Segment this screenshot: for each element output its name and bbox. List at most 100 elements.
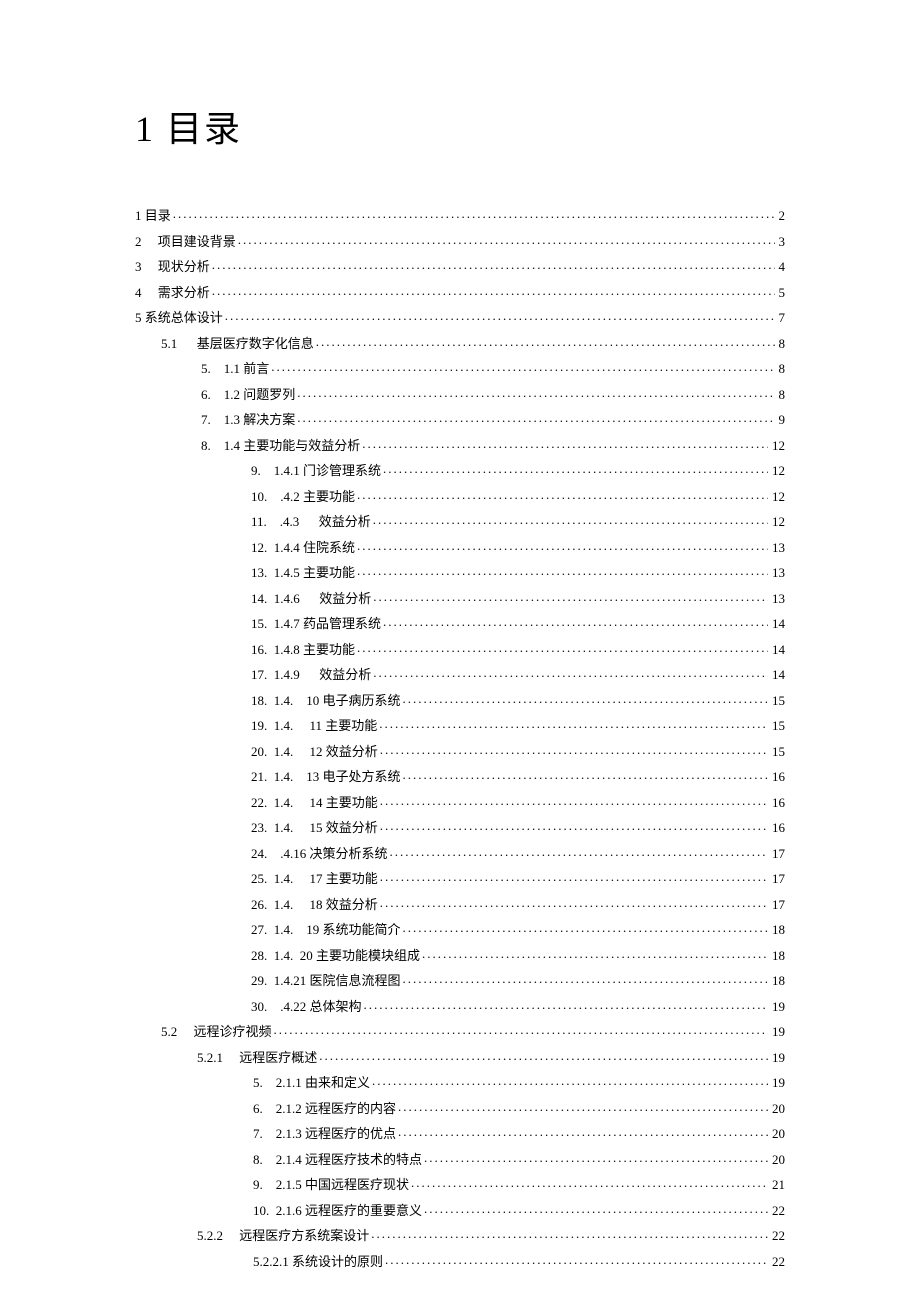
- toc-entry-label: 7. 1.3 解决方案: [201, 413, 295, 426]
- toc-leader-dots: [378, 870, 768, 883]
- toc-entry-page: 22: [768, 1255, 785, 1268]
- toc-entry-label: 18. 1.4. 10 电子病历系统: [251, 694, 401, 707]
- toc-entry-label: 2 项目建设背景: [135, 235, 236, 248]
- toc-entry-label: 16. 1.4.8 主要功能: [251, 643, 355, 656]
- toc-entry: 5 系统总体设计7: [135, 309, 785, 324]
- toc-leader-dots: [210, 258, 775, 271]
- toc-entry-page: 13: [768, 541, 785, 554]
- toc-entry: 29. 1.4.21 医院信息流程图18: [135, 972, 785, 987]
- toc-entry: 6. 1.2 问题罗列8: [135, 386, 785, 401]
- toc-entry: 16. 1.4.8 主要功能14: [135, 641, 785, 656]
- toc-leader-dots: [381, 462, 768, 475]
- toc-entry-page: 8: [775, 388, 786, 401]
- toc-leader-dots: [371, 590, 768, 603]
- toc-entry: 5. 1.1 前言8: [135, 360, 785, 375]
- toc-leader-dots: [401, 768, 768, 781]
- toc-entry-label: 20. 1.4. 12 效益分析: [251, 745, 378, 758]
- toc-entry-page: 15: [768, 745, 785, 758]
- toc-leader-dots: [355, 539, 768, 552]
- toc-leader-dots: [378, 743, 768, 756]
- toc-leader-dots: [422, 1202, 768, 1215]
- toc-entry-page: 19: [768, 1076, 785, 1089]
- toc-entry-label: 15. 1.4.7 药品管理系统: [251, 617, 381, 630]
- toc-entry-label: 11. .4.3 效益分析: [251, 515, 371, 528]
- toc-entry: 17. 1.4.9 效益分析14: [135, 666, 785, 681]
- toc-leader-dots: [171, 207, 775, 220]
- toc-leader-dots: [236, 233, 775, 246]
- toc-entry-page: 12: [768, 515, 785, 528]
- toc-leader-dots: [378, 819, 768, 832]
- toc-entry-label: 30. .4.22 总体架构: [251, 1000, 362, 1013]
- toc-leader-dots: [295, 386, 774, 399]
- toc-entry-page: 22: [768, 1229, 785, 1242]
- toc-leader-dots: [377, 717, 768, 730]
- toc-leader-dots: [369, 1227, 768, 1240]
- toc-entry-label: 22. 1.4. 14 主要功能: [251, 796, 378, 809]
- toc-entry-label: 26. 1.4. 18 效益分析: [251, 898, 378, 911]
- toc-entry-page: 8: [775, 337, 786, 350]
- toc-entry-label: 3 现状分析: [135, 260, 210, 273]
- toc-entry-label: 25. 1.4. 17 主要功能: [251, 872, 378, 885]
- toc-entry-label: 14. 1.4.6 效益分析: [251, 592, 371, 605]
- toc-leader-dots: [370, 1074, 768, 1087]
- toc-leader-dots: [360, 437, 768, 450]
- toc-entry: 7. 1.3 解决方案 9: [135, 411, 785, 426]
- toc-leader-dots: [295, 411, 774, 424]
- toc-entry: 18. 1.4. 10 电子病历系统15: [135, 692, 785, 707]
- toc-leader-dots: [355, 488, 768, 501]
- toc-entry: 27. 1.4. 19 系统功能简介18: [135, 921, 785, 936]
- toc-entry-page: 4: [775, 260, 786, 273]
- toc-entry-page: 12: [768, 490, 785, 503]
- toc-entry: 12. 1.4.4 住院系统 13: [135, 539, 785, 554]
- table-of-contents: 1 目录22 项目建设背景33 现状分析44 需求分析55 系统总体设计75.1…: [135, 207, 785, 1268]
- toc-entry-label: 12. 1.4.4 住院系统: [251, 541, 355, 554]
- toc-leader-dots: [381, 615, 768, 628]
- toc-leader-dots: [371, 513, 768, 526]
- toc-entry: 9. 2.1.5 中国远程医疗现状 21: [135, 1176, 785, 1191]
- toc-leader-dots: [383, 1253, 768, 1266]
- toc-entry: 15. 1.4.7 药品管理系统 14: [135, 615, 785, 630]
- toc-entry-label: 9. 2.1.5 中国远程医疗现状: [253, 1178, 409, 1191]
- toc-entry-label: 8. 2.1.4 远程医疗技术的特点: [253, 1153, 422, 1166]
- toc-entry-page: 14: [768, 617, 785, 630]
- toc-leader-dots: [401, 692, 768, 705]
- toc-entry-label: 8. 1.4 主要功能与效益分析: [201, 439, 360, 452]
- toc-entry-label: 23. 1.4. 15 效益分析: [251, 821, 378, 834]
- toc-entry: 25. 1.4. 17 主要功能17: [135, 870, 785, 885]
- toc-entry: 10. 2.1.6 远程医疗的重要意义22: [135, 1202, 785, 1217]
- toc-entry-page: 17: [768, 898, 785, 911]
- toc-entry-page: 12: [768, 439, 785, 452]
- toc-entry: 4 需求分析5: [135, 284, 785, 299]
- toc-entry-page: 18: [768, 974, 785, 987]
- toc-entry-label: 5.2 远程诊疗视频: [161, 1025, 272, 1038]
- toc-entry-page: 18: [768, 949, 785, 962]
- toc-leader-dots: [314, 335, 775, 348]
- toc-leader-dots: [409, 1176, 768, 1189]
- toc-entry: 3 现状分析 4: [135, 258, 785, 273]
- toc-entry: 14. 1.4.6 效益分析13: [135, 590, 785, 605]
- toc-entry-page: 20: [768, 1102, 785, 1115]
- toc-entry: 19. 1.4. 11 主要功能15: [135, 717, 785, 732]
- toc-entry: 24. .4.16 决策分析系统17: [135, 845, 785, 860]
- toc-entry-page: 19: [768, 1025, 785, 1038]
- toc-entry-page: 3: [775, 235, 786, 248]
- toc-entry-page: 9: [775, 413, 786, 426]
- toc-entry: 23. 1.4. 15 效益分析 16: [135, 819, 785, 834]
- toc-entry: 5. 2.1.1 由来和定义19: [135, 1074, 785, 1089]
- toc-entry: 11. .4.3 效益分析 12: [135, 513, 785, 528]
- toc-entry-label: 5.2.1 远程医疗概述: [197, 1051, 317, 1064]
- toc-entry-label: 5.2.2 远程医疗方系统案设计: [197, 1229, 369, 1242]
- toc-leader-dots: [401, 972, 768, 985]
- toc-leader-dots: [371, 666, 768, 679]
- toc-entry: 8. 1.4 主要功能与效益分析 12: [135, 437, 785, 452]
- toc-leader-dots: [401, 921, 768, 934]
- toc-leader-dots: [272, 1023, 768, 1036]
- toc-entry-page: 21: [768, 1178, 785, 1191]
- toc-leader-dots: [355, 641, 768, 654]
- toc-entry: 8. 2.1.4 远程医疗技术的特点20: [135, 1151, 785, 1166]
- toc-entry-page: 16: [768, 821, 785, 834]
- toc-leader-dots: [388, 845, 768, 858]
- toc-entry-page: 18: [768, 923, 785, 936]
- toc-entry: 9. 1.4.1 门诊管理系统12: [135, 462, 785, 477]
- toc-entry: 20. 1.4. 12 效益分析 15: [135, 743, 785, 758]
